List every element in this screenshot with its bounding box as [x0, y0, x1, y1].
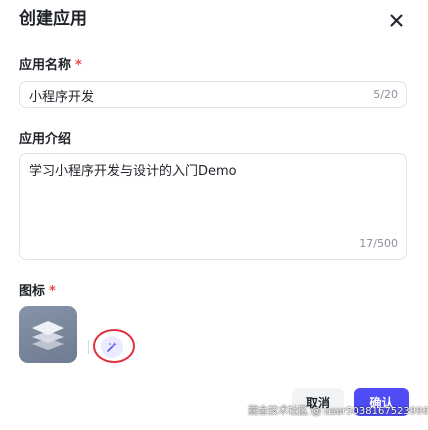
app-icon-preview[interactable]	[19, 306, 77, 363]
generate-icon-button[interactable]	[101, 336, 123, 358]
icon-label: 图标	[19, 284, 46, 299]
app-name-label-row: 应用名称 *	[19, 57, 82, 75]
required-mark: *	[75, 58, 82, 73]
app-name-label: 应用名称	[19, 58, 72, 73]
app-name-char-count: 5/20	[373, 88, 398, 101]
app-intro-char-count: 17/500	[359, 237, 398, 250]
create-app-dialog: 创建应用 应用名称 * 小程序开发 5/20 应用介绍 学习小程序开发与设计的入门…	[0, 0, 428, 430]
app-intro-label: 应用介绍	[19, 132, 72, 147]
close-icon	[390, 14, 402, 26]
app-intro-value: 学习小程序开发与设计的入门Demo	[29, 164, 237, 179]
app-intro-textarea[interactable]: 学习小程序开发与设计的入门Demo 17/500	[19, 153, 407, 260]
divider	[88, 340, 89, 354]
dialog-title: 创建应用	[19, 9, 87, 29]
icon-label-row: 图标 *	[19, 283, 56, 301]
magic-wand-icon	[107, 342, 117, 352]
layers-icon	[32, 320, 64, 350]
required-mark: *	[49, 284, 56, 299]
close-button[interactable]	[384, 9, 408, 31]
watermark: 掘金技术社区 @ user5038167523996	[248, 406, 428, 417]
app-name-input[interactable]: 小程序开发 5/20	[19, 81, 407, 108]
app-name-value: 小程序开发	[29, 90, 95, 105]
